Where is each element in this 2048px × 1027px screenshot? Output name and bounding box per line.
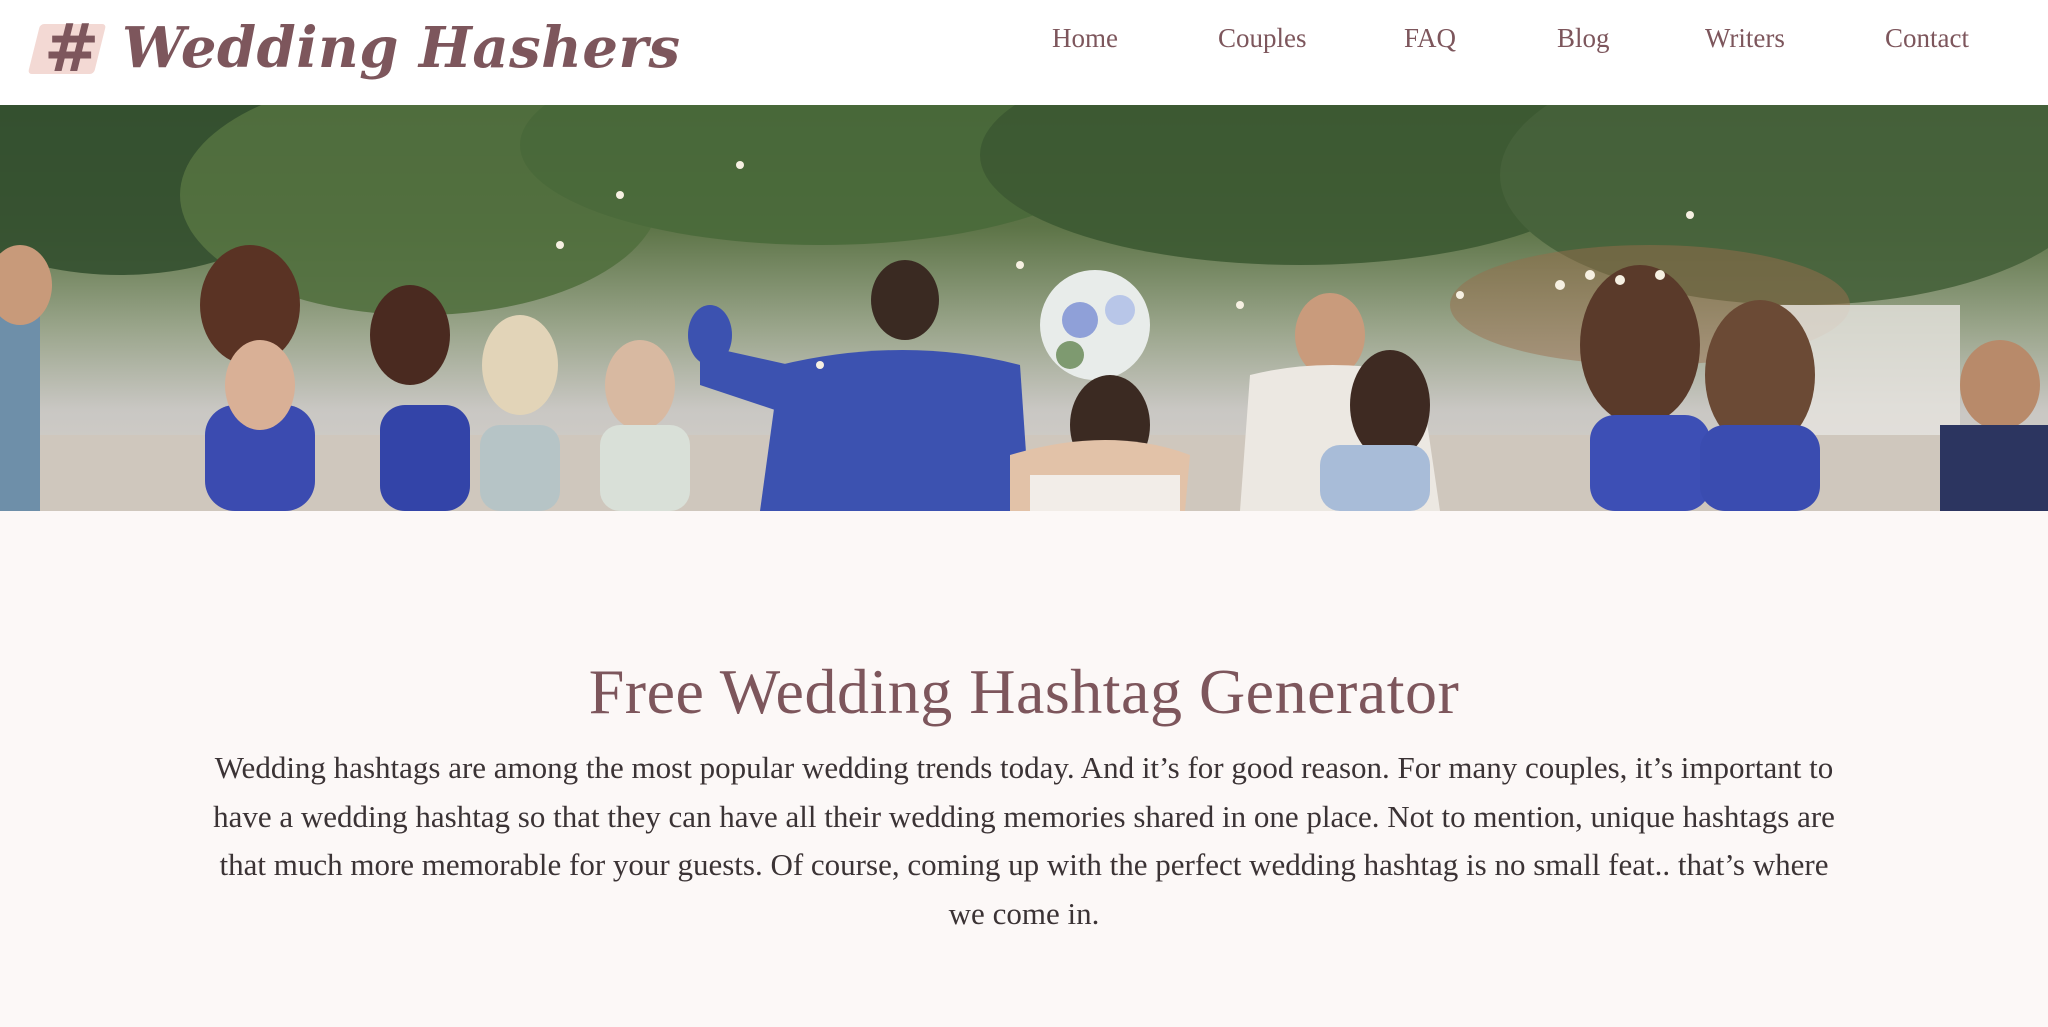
page-title: Free Wedding Hashtag Generator	[588, 656, 1460, 727]
nav-couples[interactable]: Couples	[1218, 23, 1307, 54]
nav-contact[interactable]: Contact	[1885, 23, 1969, 54]
nav-home[interactable]: Home	[1052, 23, 1118, 54]
main-nav: Home Couples FAQ Blog Writers Contact	[1000, 0, 2048, 84]
site-logo[interactable]: # Wedding Hashers	[27, 8, 681, 88]
nav-writers[interactable]: Writers	[1705, 23, 1785, 54]
nav-faq[interactable]: FAQ	[1404, 23, 1456, 54]
brand-name: Wedding Hashers	[122, 15, 681, 81]
hashtag-logo-icon: #	[27, 10, 107, 86]
wedding-party-photo	[0, 105, 2048, 511]
intro-paragraph: Wedding hashtags are among the most popu…	[213, 750, 1835, 931]
nav-blog[interactable]: Blog	[1557, 23, 1610, 54]
logo-hash-symbol: #	[44, 9, 100, 87]
hero-image	[0, 105, 2048, 511]
site-header: # Wedding Hashers Home Couples FAQ Blog …	[0, 0, 2048, 105]
